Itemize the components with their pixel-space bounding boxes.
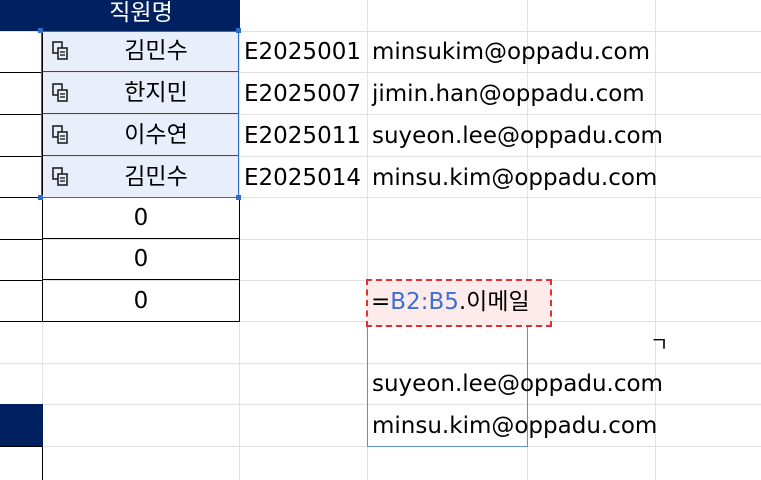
partial-text: ㄱ <box>650 332 669 356</box>
email-cell[interactable]: minsukim@oppadu.com <box>372 32 650 73</box>
spill-result-cell[interactable]: minsu.kim@oppadu.com <box>372 406 657 447</box>
spill-result-cell[interactable]: suyeon.lee@oppadu.com <box>372 364 663 405</box>
zero-value-cell[interactable]: 0 <box>43 281 239 322</box>
zero-value-cell[interactable]: 0 <box>43 198 239 239</box>
cell-border <box>0 197 43 198</box>
cell-border <box>0 446 43 447</box>
employee-id-cell[interactable]: E2025011 <box>244 116 361 157</box>
email-cell[interactable]: jimin.han@oppadu.com <box>372 74 645 115</box>
formula-cell[interactable]: =B2:B5.이메일 <box>371 282 530 323</box>
formula-equals: = <box>371 289 391 315</box>
cell-border <box>42 446 43 480</box>
employee-id-cell[interactable]: E2025007 <box>244 74 361 115</box>
cell-border <box>0 114 43 115</box>
email-cell[interactable]: suyeon.lee@oppadu.com <box>372 116 663 157</box>
employee-id-cell[interactable]: E2025001 <box>244 32 361 73</box>
formula-field-accessor: .이메일 <box>458 289 530 315</box>
email-cell[interactable]: minsu.kim@oppadu.com <box>372 158 657 199</box>
range-selection-border <box>41 31 239 198</box>
zero-value-cell[interactable]: 0 <box>43 239 239 280</box>
cell-border <box>0 239 43 240</box>
cell-border <box>0 280 43 281</box>
cell-border <box>0 72 43 73</box>
formula-range-ref: B2:B5 <box>390 289 459 315</box>
selection-handle[interactable] <box>236 28 241 33</box>
column-header-employee-name[interactable]: 직원명 <box>43 0 239 27</box>
cell-border <box>0 321 43 322</box>
employee-id-cell[interactable]: E2025014 <box>244 158 361 199</box>
cell-border <box>239 197 240 322</box>
selection-handle[interactable] <box>38 28 43 33</box>
table-header-fragment <box>0 404 43 446</box>
cell-border <box>0 156 43 157</box>
